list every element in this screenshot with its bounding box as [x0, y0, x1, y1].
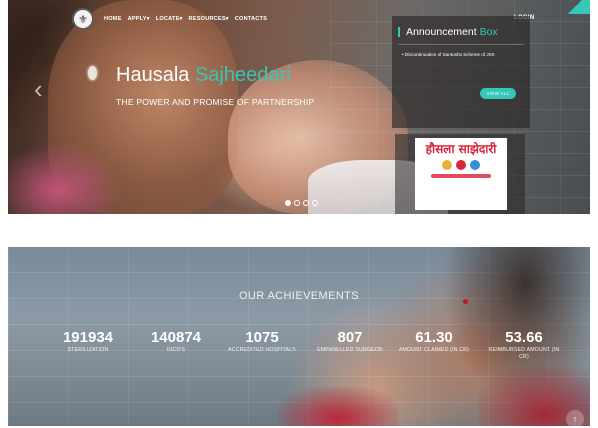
stat-label: ACCREDITED HOSPITALS	[228, 347, 296, 353]
hero-title-main: Hausala	[116, 64, 195, 86]
announcement-item[interactable]: • Discontinuation of Santushti Scheme of…	[402, 52, 522, 58]
announcement-divider	[398, 44, 524, 45]
slider-dot-2[interactable]	[294, 200, 300, 206]
slider-prev-icon[interactable]: ‹	[34, 76, 43, 102]
nav-locate[interactable]: LOCATE▾	[156, 16, 183, 22]
promo-footer-strip	[431, 174, 491, 178]
stat-value: 191934	[62, 329, 114, 346]
emblem-logo-icon[interactable]: ⚜	[72, 8, 94, 30]
announcement-title: Announcement Box	[406, 26, 498, 38]
hero-title: Hausala Sajheedari	[116, 64, 291, 87]
nav-home[interactable]: HOME	[104, 16, 122, 22]
promo-icons	[440, 160, 482, 170]
achievements-photo-child-shirt	[278, 387, 398, 426]
stat-iucds: 140874 IUCD'S	[134, 329, 218, 354]
nav-apply[interactable]: APPLY▾	[128, 16, 150, 22]
stat-empanelled-surgeon: 807 EMPANELLED SURGEON	[314, 329, 386, 354]
achievements-section: OUR ACHIEVEMENTS 191934 STERILIZATION 14…	[8, 247, 590, 426]
hausala-sajheedari-promo-image[interactable]: हौसला साझेदारी	[415, 138, 507, 210]
stat-value: 140874	[150, 329, 202, 346]
stat-amount-claimed: 61.30 AMOUNT CLAIMED (IN CR)	[398, 329, 470, 354]
main-nav: ⚜ HOME APPLY▾ LOCATE▾ RESOURCES▾ CONTACT…	[72, 8, 273, 30]
promo-family-icon	[442, 160, 452, 170]
slider-dots	[285, 200, 321, 206]
stat-label: EMPANELLED SURGEON	[317, 347, 383, 353]
promo-hindi-text: हौसला साझेदारी	[425, 142, 497, 156]
stat-label: AMOUNT CLAIMED (IN CR)	[398, 347, 470, 353]
stat-sterilization: 191934 STERILIZATION	[46, 329, 130, 354]
announcement-title-accent: Box	[479, 26, 498, 38]
slider-dot-3[interactable]	[303, 200, 309, 206]
corner-accent	[560, 0, 590, 14]
view-all-button[interactable]: VIEW ALL	[480, 88, 516, 99]
nav-contacts[interactable]: CONTACTS	[235, 16, 267, 22]
stat-reimbursed-amount: 53.66 REIMBURSED AMOUNT (IN CR)	[486, 329, 562, 361]
slider-dot-1[interactable]	[285, 200, 291, 206]
achievements-title: OUR ACHIEVEMENTS	[238, 290, 360, 302]
nav-resources[interactable]: RESOURCES▾	[189, 16, 229, 22]
stat-value: 807	[337, 329, 363, 346]
promo-child-icon	[470, 160, 480, 170]
promo-heart-icon	[456, 160, 466, 170]
announcement-title-main: Announcement	[406, 26, 480, 38]
stat-value: 1075	[245, 329, 279, 346]
scroll-to-top-icon[interactable]: ↑	[566, 410, 584, 428]
hero-photo-clothing	[8, 120, 128, 214]
hero-title-accent: Sajheedari	[194, 64, 291, 86]
announcement-accent-bar	[398, 27, 400, 37]
stat-accredited-hospitals: 1075 ACCREDITED HOSPITALS	[226, 329, 298, 354]
announcement-item-text: Discontinuation of Santushti Scheme of J…	[404, 52, 495, 57]
stat-label: STERILIZATION	[67, 347, 109, 353]
stat-value: 61.30	[415, 329, 453, 346]
stat-value: 53.66	[505, 329, 543, 346]
slider-dot-4[interactable]	[312, 200, 318, 206]
hero-photo-earring	[88, 66, 97, 80]
stat-label: REIMBURSED AMOUNT (IN CR)	[488, 347, 560, 360]
hero-subtitle: THE POWER AND PROMISE OF PARTNERSHIP	[116, 97, 315, 107]
announcement-box: Announcement Box • Discontinuation of Sa…	[392, 16, 530, 128]
stat-label: IUCD'S	[166, 347, 186, 353]
